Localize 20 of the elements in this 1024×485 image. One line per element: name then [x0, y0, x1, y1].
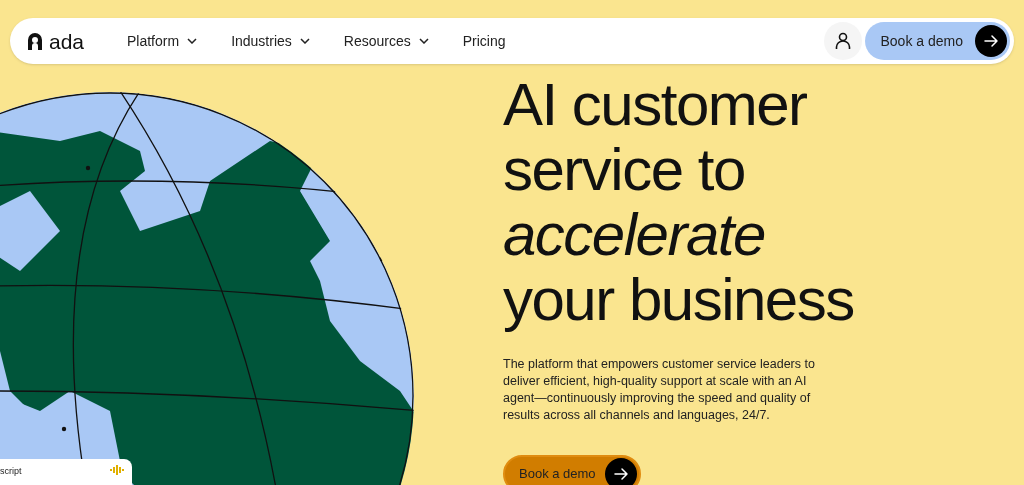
- card-title: script: [0, 465, 22, 478]
- headline-line: your business: [503, 267, 854, 332]
- sound-wave-icon: [110, 465, 124, 475]
- nav-link[interactable]: Resources: [343, 30, 429, 52]
- headline-line: service to: [503, 137, 746, 202]
- book-demo-button[interactable]: Book a demo: [503, 455, 641, 485]
- chevron-down-icon: [418, 38, 429, 44]
- headline-line: accelerate: [503, 202, 766, 267]
- hero-description: The platform that empowers customer service leaders to deliver efficient, high-quality support at scale with an AI agent—continuously improving the speed and quality of results across all channels and languages, 24/7.: [503, 356, 816, 424]
- nav-link[interactable]: Industries: [231, 30, 310, 52]
- account-button[interactable]: [823, 22, 862, 60]
- nav-link[interactable]: Pricing: [462, 30, 506, 52]
- chevron-down-icon: [299, 38, 310, 44]
- nav-link[interactable]: Platform: [127, 30, 198, 52]
- logo-text: ada: [49, 30, 85, 52]
- book-demo-button[interactable]: Book a demo: [864, 22, 1010, 60]
- chevron-down-icon: [187, 38, 198, 44]
- user-icon: [834, 32, 851, 50]
- headline-line: AI customer: [503, 72, 808, 137]
- logo-icon: [27, 32, 43, 50]
